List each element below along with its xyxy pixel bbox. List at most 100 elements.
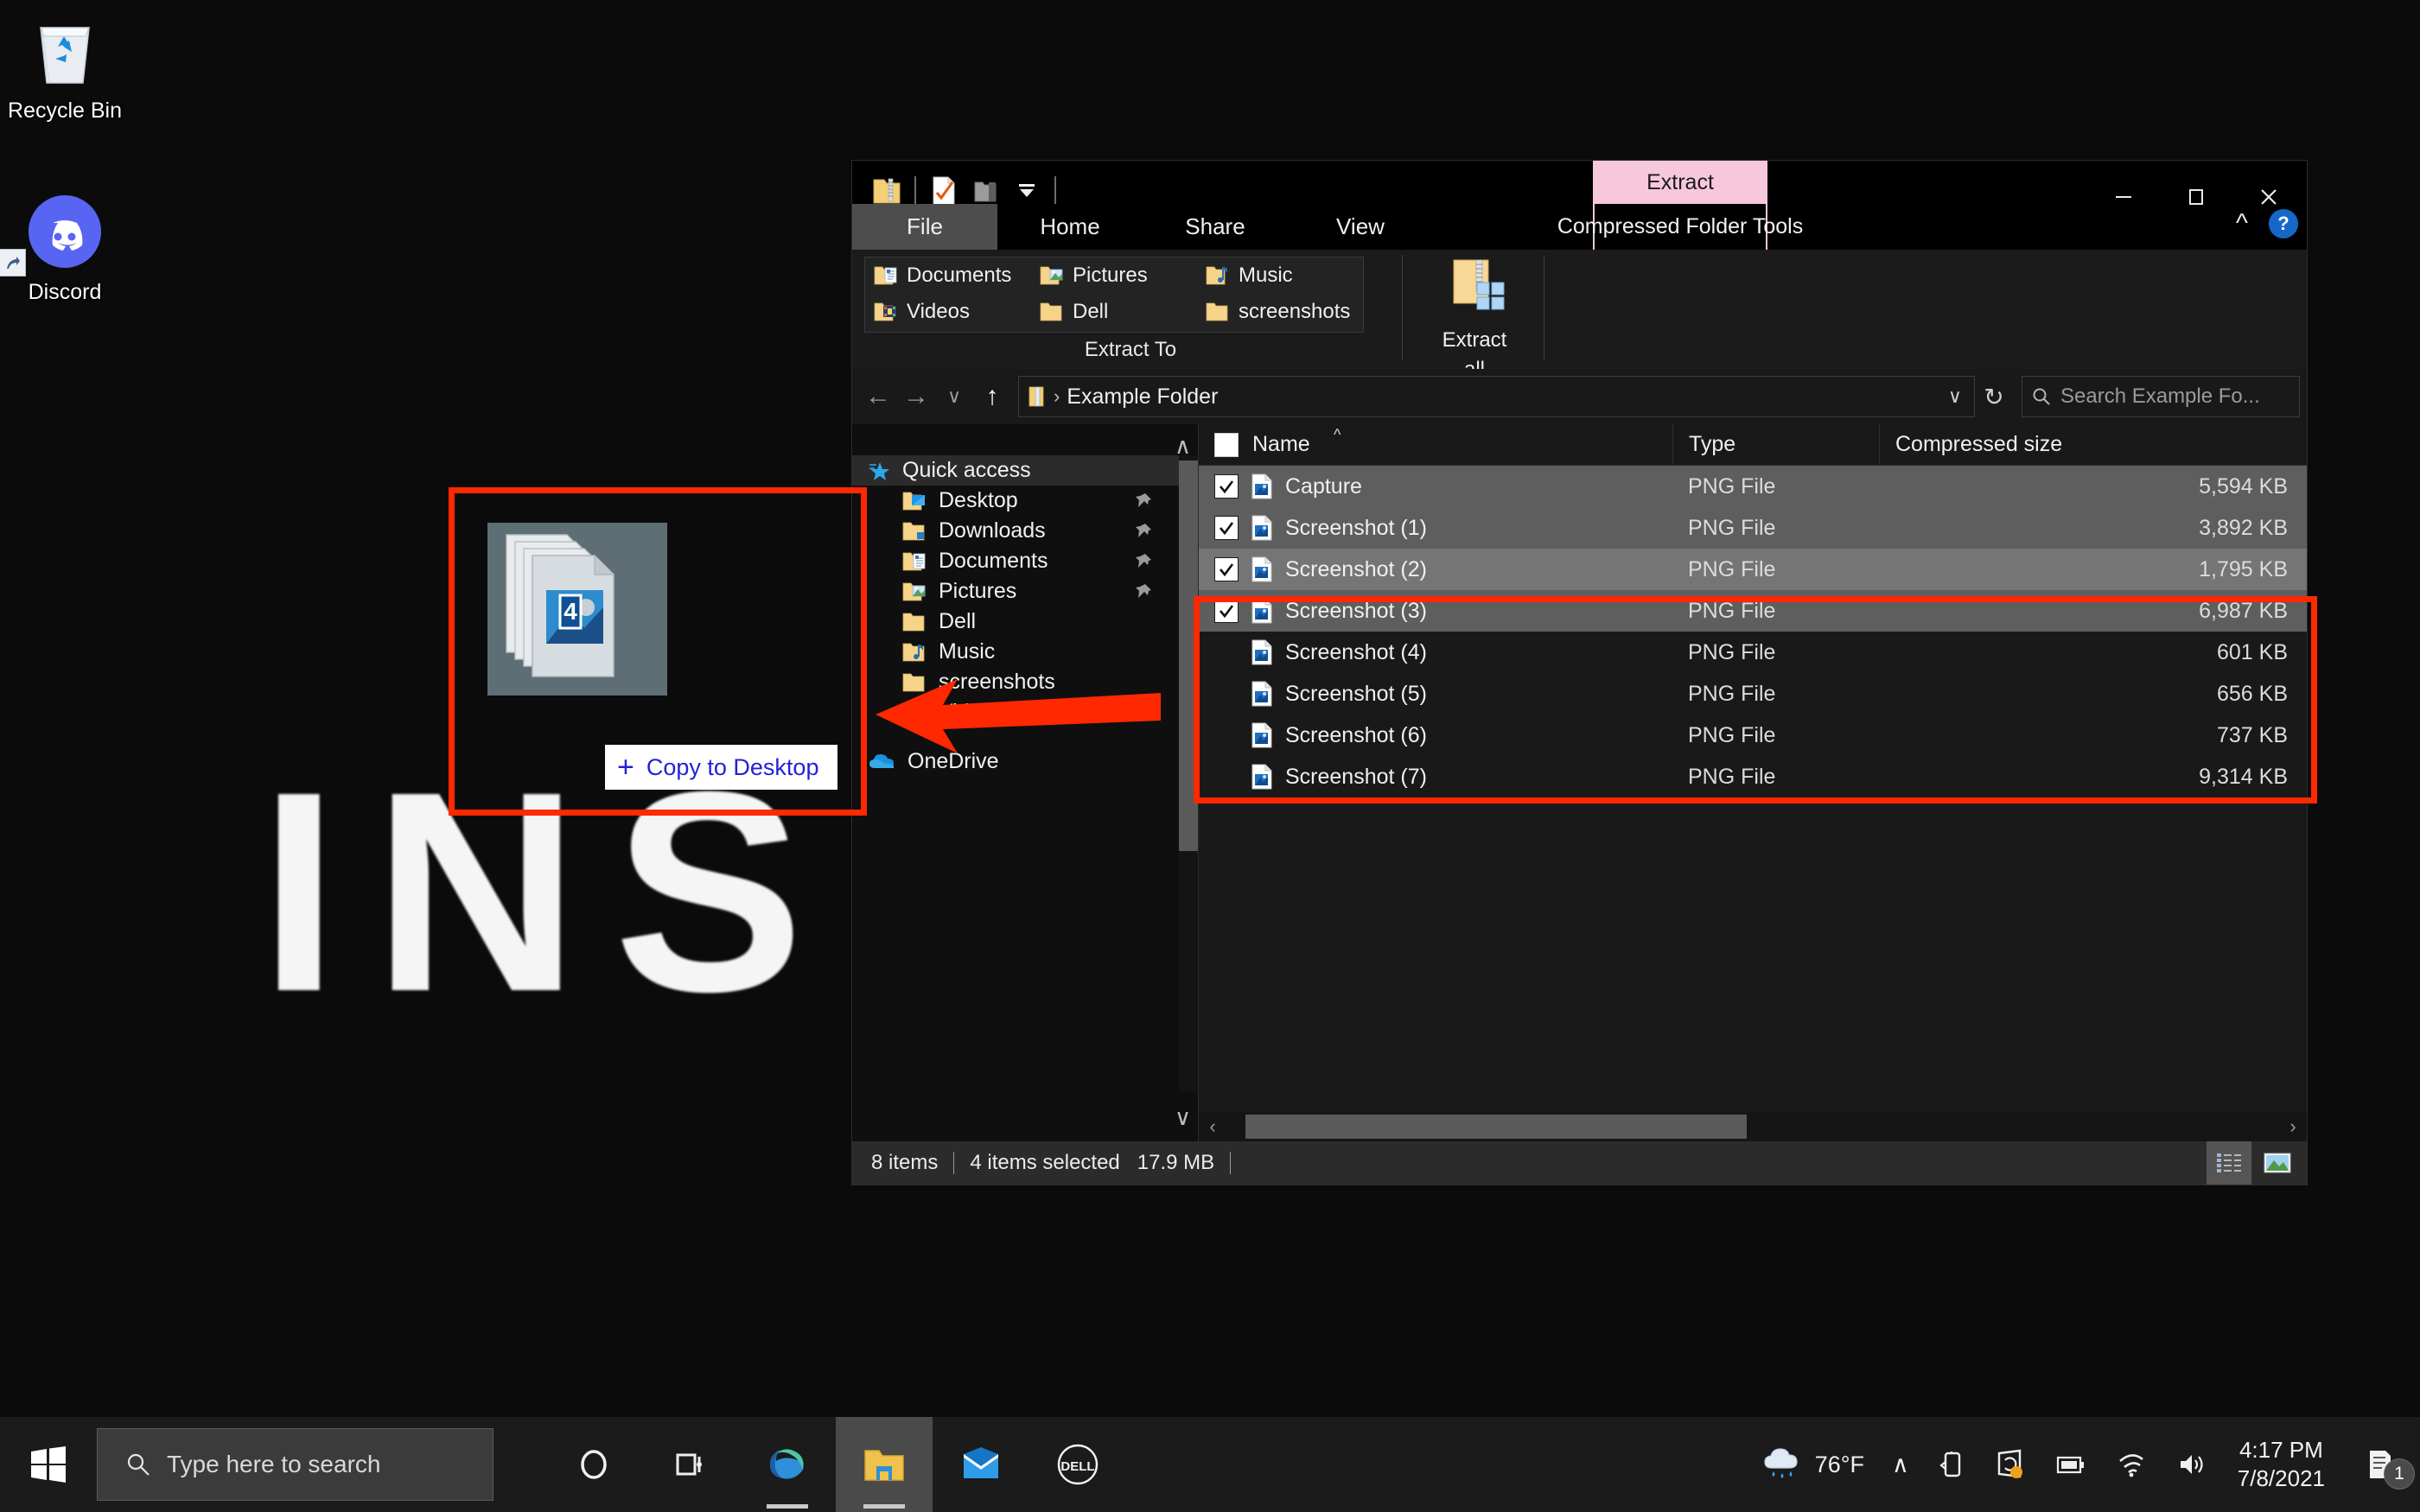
table-row[interactable]: Screenshot (4) PNG File 601 KB	[1199, 632, 2307, 673]
extract-to-pictures[interactable]: Pictures	[1031, 264, 1197, 288]
tray-sync-icon[interactable]	[1980, 1417, 2041, 1512]
sidebar-item-videos[interactable]: Videos	[852, 697, 1198, 727]
hscroll-left-icon[interactable]: ‹	[1199, 1115, 1226, 1138]
large-icons-view-icon[interactable]	[2255, 1141, 2300, 1185]
edge-icon	[770, 1449, 804, 1479]
tab-home[interactable]: Home	[997, 204, 1143, 250]
cell-type: PNG File	[1688, 639, 1776, 664]
sidebar-item-documents[interactable]: Documents	[852, 546, 1198, 576]
back-button[interactable]: ←	[859, 376, 897, 417]
tray-volume-icon[interactable]	[2162, 1417, 2222, 1512]
row-checkbox[interactable]	[1214, 557, 1239, 581]
quick-access-star-icon	[868, 460, 892, 482]
pin-icon[interactable]	[1134, 522, 1153, 541]
row-checkbox[interactable]	[1214, 599, 1239, 623]
toolbar-divider-2	[1054, 176, 1056, 206]
start-button[interactable]	[0, 1417, 97, 1512]
column-header-compressed-size[interactable]: Compressed size	[1880, 424, 2307, 465]
taskbar-dell-button[interactable]: DELL	[1029, 1417, 1126, 1512]
extract-to-dell[interactable]: Dell	[1031, 300, 1197, 324]
up-button[interactable]: ↑	[973, 376, 1011, 417]
system-tray: 76°F ∧ 4:17 PM 7/8/2021 1	[1748, 1417, 2420, 1512]
table-row[interactable]: Screenshot (5) PNG File 656 KB	[1199, 673, 2307, 715]
tray-weather[interactable]: 76°F	[1748, 1417, 1878, 1512]
nav-scroll-down-icon[interactable]: ∨	[1175, 1104, 1191, 1131]
sidebar-item-pictures[interactable]: Pictures	[852, 576, 1198, 607]
sidebar-item-downloads[interactable]: Downloads	[852, 516, 1198, 546]
table-row[interactable]: Capture PNG File 5,594 KB	[1199, 466, 2307, 507]
chevron-up-icon[interactable]: ^	[2236, 209, 2248, 238]
item-label: Videos	[907, 300, 970, 323]
table-row[interactable]: Screenshot (1) PNG File 3,892 KB	[1199, 507, 2307, 549]
cell-type: PNG File	[1688, 556, 1776, 581]
row-checkbox[interactable]	[1214, 474, 1239, 499]
folder-pictures-icon	[902, 581, 928, 603]
minimize-button[interactable]	[2087, 161, 2160, 233]
tray-mobile-link-icon[interactable]	[1923, 1417, 1980, 1512]
breadcrumb-dropdown-icon[interactable]: ∨	[1948, 385, 1962, 408]
tab-view[interactable]: View	[1288, 204, 1433, 250]
tray-wifi-icon[interactable]	[2101, 1417, 2162, 1512]
row-checkbox[interactable]	[1214, 516, 1239, 540]
nav-scrollbar-thumb[interactable]	[1179, 461, 1198, 851]
breadcrumb-bar[interactable]: › Example Folder ∨	[1018, 376, 1975, 417]
sidebar-item-screenshots[interactable]: screenshots	[852, 667, 1198, 697]
tray-battery-icon[interactable]	[2041, 1417, 2101, 1512]
sidebar-item-quick-access[interactable]: Quick access	[852, 455, 1198, 486]
cell-size: 9,314 KB	[2199, 764, 2288, 789]
desktop-icon-recycle-bin[interactable]: Recycle Bin	[0, 7, 138, 124]
shortcut-arrow-icon	[0, 249, 26, 276]
taskbar-edge-button[interactable]	[739, 1417, 836, 1512]
taskbar-clock[interactable]: 4:17 PM 7/8/2021	[2222, 1417, 2340, 1512]
extract-to-screenshots[interactable]: screenshots	[1197, 300, 1363, 324]
horizontal-scrollbar[interactable]: ‹ ›	[1199, 1112, 2307, 1141]
column-header-name[interactable]: Name	[1199, 424, 1673, 465]
taskbar-cortana-button[interactable]	[545, 1417, 642, 1512]
extract-to-videos[interactable]: Videos	[865, 300, 1031, 324]
desktop-icon-discord[interactable]: Discord	[0, 188, 138, 305]
sidebar-item-onedrive[interactable]: OneDrive	[852, 746, 1198, 777]
taskbar-search-input[interactable]: Type here to search	[97, 1428, 494, 1501]
drag-tooltip-text: Copy to Desktop	[646, 753, 819, 780]
sidebar-item-desktop[interactable]: Desktop	[852, 486, 1198, 516]
sidebar-item-music[interactable]: Music	[852, 637, 1198, 667]
explorer-content: ∧ Quick access Desktop Downloads Documen…	[852, 424, 2307, 1141]
table-row[interactable]: Screenshot (7) PNG File 9,314 KB	[1199, 756, 2307, 797]
cortana-icon	[581, 1450, 607, 1479]
tab-share[interactable]: Share	[1143, 204, 1288, 250]
breadcrumb-current[interactable]: Example Folder	[1067, 384, 1218, 410]
forward-button[interactable]: →	[897, 376, 935, 417]
select-all-checkbox[interactable]	[1214, 432, 1239, 457]
taskbar-file-explorer-button[interactable]	[836, 1417, 933, 1512]
pin-icon[interactable]	[1134, 552, 1153, 571]
recent-locations-button[interactable]: ∨	[935, 376, 973, 417]
hscroll-right-icon[interactable]: ›	[2279, 1115, 2307, 1138]
details-view-icon[interactable]	[2207, 1141, 2251, 1185]
help-icon[interactable]: ?	[2269, 209, 2298, 238]
maximize-button[interactable]	[2160, 161, 2232, 233]
file-name: Screenshot (3)	[1285, 598, 1427, 623]
action-center-button[interactable]: 1	[2340, 1417, 2420, 1512]
extract-all-label-1: Extract	[1442, 328, 1507, 352]
breadcrumb-separator: ›	[1054, 385, 1060, 407]
sidebar-item-dell[interactable]: Dell	[852, 607, 1198, 637]
column-header-type[interactable]: Type	[1673, 424, 1880, 465]
extract-all-button[interactable]: Extract all	[1416, 255, 1533, 383]
tray-show-hidden-icons[interactable]: ∧	[1878, 1417, 1923, 1512]
nav-scrollbar[interactable]	[1179, 455, 1198, 1091]
hscroll-thumb[interactable]	[1245, 1115, 1747, 1139]
extract-to-music[interactable]: Music	[1197, 264, 1363, 288]
pin-icon[interactable]	[1134, 582, 1153, 601]
png-file-icon	[1251, 639, 1273, 665]
taskbar-task-view-button[interactable]	[642, 1417, 739, 1512]
extract-to-documents[interactable]: Documents	[865, 264, 1031, 288]
table-row[interactable]: Screenshot (3) PNG File 6,987 KB	[1199, 590, 2307, 632]
tab-compressed-folder-tools[interactable]: Compressed Folder Tools	[1557, 204, 1803, 251]
pin-icon[interactable]	[1134, 492, 1153, 511]
table-row[interactable]: Screenshot (6) PNG File 737 KB	[1199, 715, 2307, 756]
tab-file[interactable]: File	[852, 204, 997, 250]
search-box[interactable]: Search Example Fo...	[2022, 376, 2300, 417]
table-row[interactable]: Screenshot (2) PNG File 1,795 KB	[1199, 549, 2307, 590]
refresh-button[interactable]: ↻	[1975, 383, 2013, 411]
taskbar-mail-button[interactable]	[933, 1417, 1029, 1512]
